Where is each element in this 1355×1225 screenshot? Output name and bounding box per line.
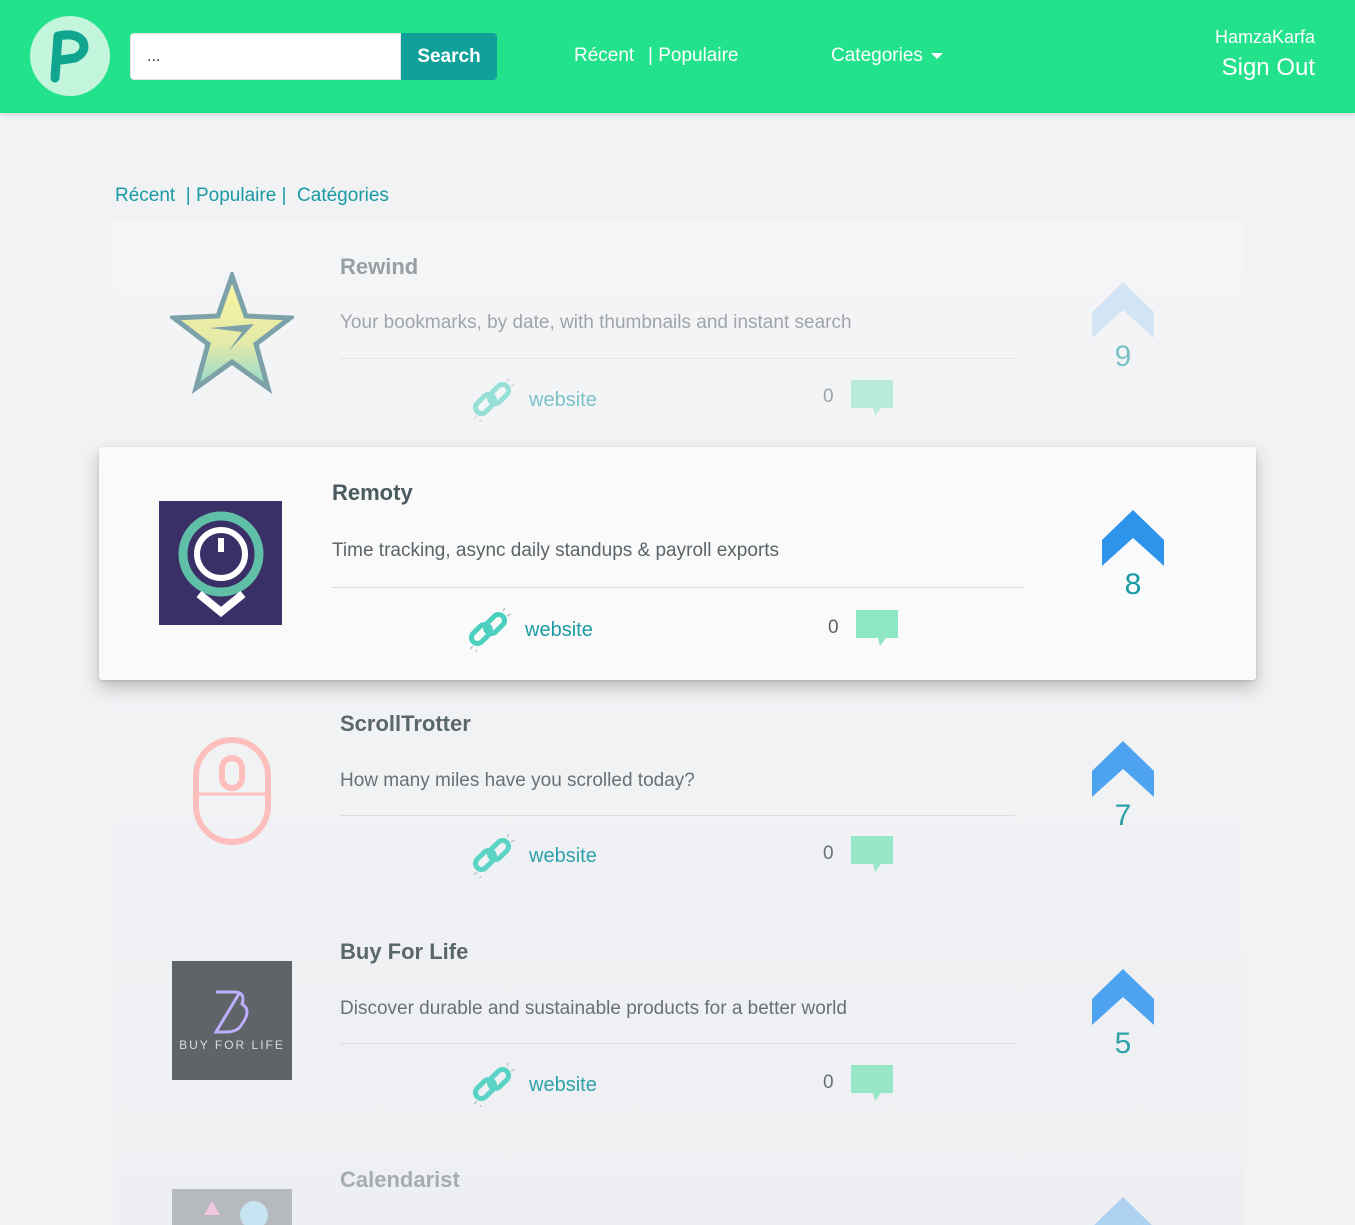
divider [332, 587, 1024, 588]
vote-count: 8 [1116, 568, 1150, 602]
nav-recent-link[interactable]: Récent [574, 45, 634, 67]
star-rewind-logo-icon [170, 272, 294, 396]
website-link-label[interactable]: website [529, 845, 597, 868]
upvote-widget[interactable]: 9 [1092, 282, 1154, 374]
search-button[interactable]: Search [401, 33, 497, 80]
product-title[interactable]: Buy For Life [340, 939, 468, 965]
brand-logo[interactable] [30, 16, 110, 96]
website-link-label[interactable]: website [529, 1074, 597, 1097]
subnav-recent-link[interactable]: Récent [115, 185, 175, 206]
comment-count: 0 [823, 843, 834, 864]
vote-count: 5 [1114, 1027, 1132, 1060]
subnav-categories-link[interactable]: Catégories [297, 185, 389, 206]
product-description: Time tracking, async daily standups & pa… [332, 540, 780, 561]
chain-link-icon [472, 378, 515, 422]
vote-count: 7 [1114, 799, 1132, 832]
calendarist-logo-icon [172, 1189, 292, 1225]
remoty-logo-icon [159, 501, 282, 625]
p-logo-icon [50, 30, 89, 83]
upvote-arrow-icon[interactable] [1092, 969, 1154, 1025]
divider [340, 358, 1015, 359]
caret-down-icon [930, 52, 943, 59]
upvote-widget[interactable]: 8 [1102, 510, 1164, 602]
subnav-popular-link[interactable]: | Populaire | [186, 185, 287, 206]
divider [340, 1043, 1015, 1044]
product-card[interactable]: BUY FOR LIFE Buy For Life Discover durab… [113, 908, 1242, 1135]
chain-link-icon [468, 608, 511, 652]
buy-for-life-logo-icon: BUY FOR LIFE [172, 961, 292, 1080]
buy-for-life-logo-text: BUY FOR LIFE [179, 1037, 285, 1052]
comment-icon[interactable] [851, 836, 893, 874]
website-link[interactable]: website [471, 378, 597, 422]
subnav: Récent | Populaire | Catégories [115, 185, 389, 207]
website-link[interactable]: website [471, 1063, 597, 1107]
website-link[interactable]: website [467, 608, 593, 652]
website-link-label[interactable]: website [529, 389, 597, 412]
product-description: Your bookmarks, by date, with thumbnails… [340, 312, 852, 333]
website-link-label[interactable]: website [525, 619, 593, 642]
vote-count: 9 [1114, 340, 1132, 373]
product-card-featured[interactable]: Remoty Time tracking, async daily standu… [99, 447, 1256, 680]
divider [340, 815, 1015, 816]
chain-link-icon [472, 1063, 515, 1107]
product-title[interactable]: ScrollTrotter [340, 711, 471, 737]
nav-categories-dropdown[interactable]: Categories [831, 45, 943, 67]
product-card[interactable]: Calendarist [113, 1137, 1242, 1225]
signout-link[interactable]: Sign Out [1222, 54, 1315, 82]
comment-icon[interactable] [851, 1065, 893, 1103]
search-input[interactable] [130, 33, 401, 80]
product-description: How many miles have you scrolled today? [340, 770, 695, 791]
product-title[interactable]: Remoty [332, 480, 413, 506]
product-description: Discover durable and sustainable product… [340, 998, 847, 1019]
mouse-logo-icon [183, 736, 281, 846]
username: HamzaKarfa [1214, 27, 1315, 47]
upvote-widget[interactable]: 7 [1092, 741, 1154, 833]
upvote-arrow-icon[interactable] [1092, 282, 1154, 338]
comment-icon[interactable] [856, 610, 898, 648]
upvote-widget[interactable] [1092, 1197, 1154, 1225]
upvote-arrow-icon[interactable] [1092, 741, 1154, 797]
product-card[interactable]: Rewind Your bookmarks, by date, with thu… [113, 220, 1242, 447]
product-card[interactable]: ScrollTrotter How many miles have you sc… [113, 680, 1242, 907]
upvote-arrow-icon[interactable] [1102, 510, 1164, 566]
comment-count: 0 [828, 617, 839, 638]
comment-count: 0 [823, 1072, 834, 1093]
nav-categories-label: Categories [831, 45, 923, 66]
chain-link-icon [472, 834, 515, 878]
comment-count: 0 [823, 386, 834, 407]
product-title[interactable]: Rewind [340, 254, 418, 280]
upvote-arrow-icon[interactable] [1092, 1197, 1154, 1225]
top-navbar: Search Récent | Populaire Categories Ham… [0, 0, 1355, 113]
upvote-widget[interactable]: 5 [1092, 969, 1154, 1061]
website-link[interactable]: website [471, 834, 597, 878]
product-title[interactable]: Calendarist [340, 1167, 460, 1193]
nav-popular-link[interactable]: | Populaire [648, 45, 739, 67]
comment-icon[interactable] [851, 380, 893, 418]
